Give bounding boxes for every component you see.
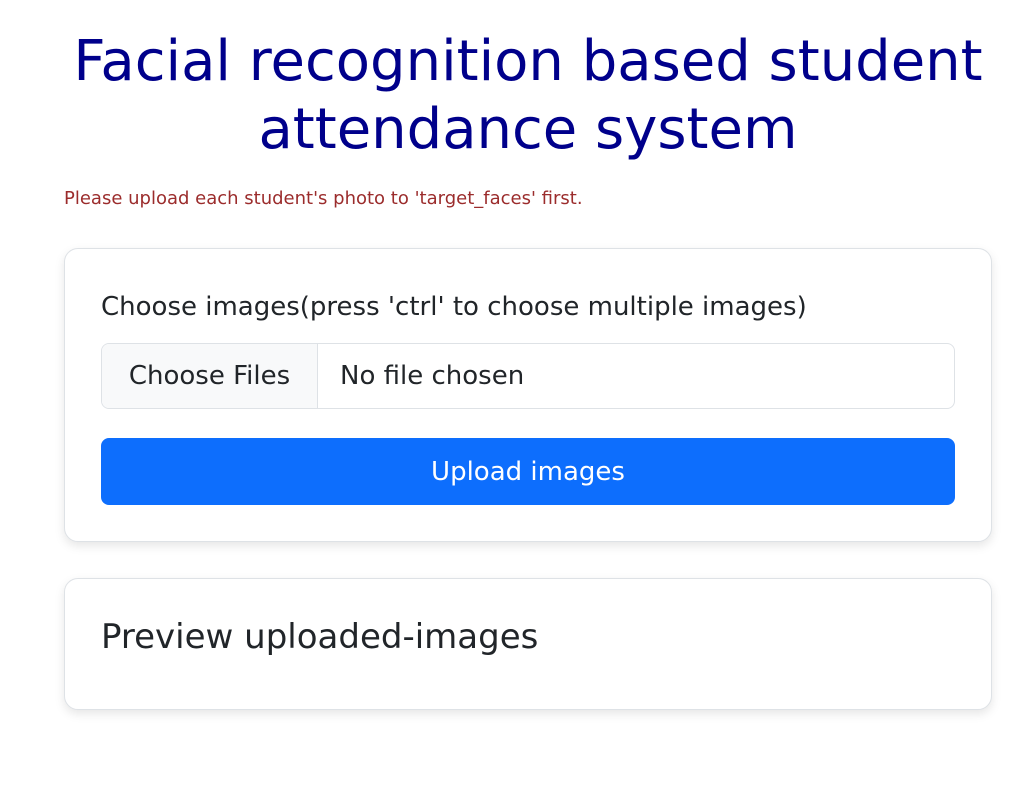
file-input[interactable]: Choose Files No file chosen: [101, 343, 955, 409]
choose-files-button[interactable]: Choose Files: [102, 344, 318, 408]
file-status-text: No file chosen: [340, 361, 525, 391]
upload-images-button[interactable]: Upload images: [101, 438, 955, 505]
preview-card: Preview uploaded-images: [64, 578, 992, 710]
upload-card: Choose images(press 'ctrl' to choose mul…: [64, 248, 992, 542]
preview-title: Preview uploaded-images: [101, 617, 539, 657]
images-field-label: Choose images(press 'ctrl' to choose mul…: [101, 292, 807, 322]
page-title: Facial recognition based student attenda…: [73, 29, 983, 162]
upload-notice: Please upload each student's photo to 't…: [64, 188, 583, 209]
